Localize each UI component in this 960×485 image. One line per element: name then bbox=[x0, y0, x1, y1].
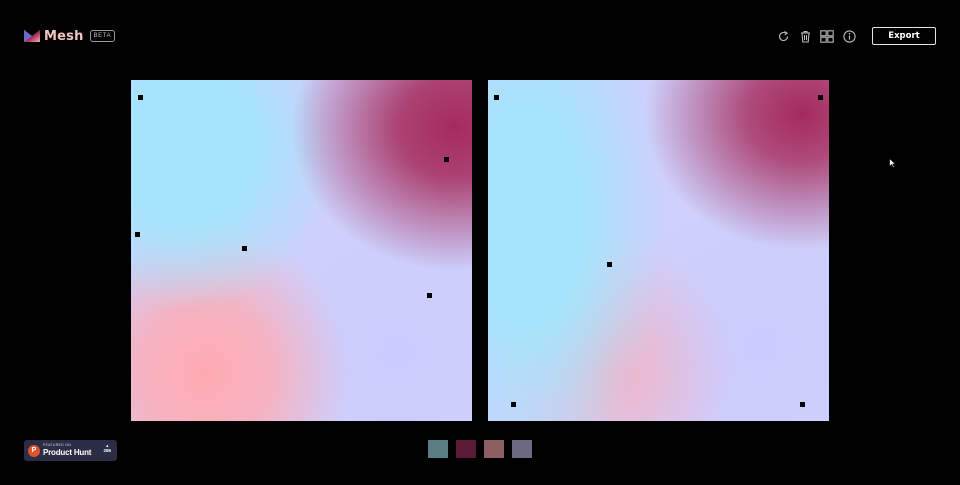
app-name: Mesh bbox=[44, 28, 84, 44]
control-point[interactable] bbox=[607, 262, 612, 267]
grid-icon bbox=[820, 29, 834, 43]
gradient-preview bbox=[131, 80, 472, 421]
layout-button[interactable] bbox=[819, 28, 835, 44]
info-icon bbox=[842, 29, 856, 43]
brand: Mesh BETA bbox=[24, 27, 116, 45]
color-swatch[interactable] bbox=[484, 440, 504, 458]
control-point[interactable] bbox=[135, 232, 140, 237]
mesh-canvas-left[interactable] bbox=[131, 80, 472, 421]
color-swatch[interactable] bbox=[456, 440, 476, 458]
color-swatch[interactable] bbox=[428, 440, 448, 458]
trash-icon bbox=[800, 30, 810, 43]
control-point[interactable] bbox=[427, 293, 432, 298]
control-point[interactable] bbox=[818, 95, 823, 100]
control-point[interactable] bbox=[494, 95, 499, 100]
control-point[interactable] bbox=[444, 157, 449, 162]
mesh-canvas-right[interactable] bbox=[488, 80, 829, 421]
control-point[interactable] bbox=[242, 246, 247, 251]
beta-badge: BETA bbox=[89, 30, 116, 42]
refresh-button[interactable] bbox=[775, 28, 791, 44]
vote-count: ▲ 286 bbox=[103, 444, 111, 454]
toolbar bbox=[775, 28, 857, 44]
control-point[interactable] bbox=[138, 95, 143, 100]
export-button[interactable]: Export bbox=[872, 27, 936, 45]
gradient-preview bbox=[488, 80, 829, 421]
refresh-icon bbox=[778, 30, 788, 41]
vote-number: 286 bbox=[103, 448, 111, 453]
control-point[interactable] bbox=[511, 402, 516, 407]
product-hunt-name: Product Hunt bbox=[43, 447, 92, 457]
mesh-logo-icon bbox=[24, 30, 40, 42]
product-hunt-badge[interactable]: P FEATURED ON Product Hunt ▲ 286 bbox=[24, 440, 117, 461]
color-swatch[interactable] bbox=[512, 440, 532, 458]
info-button[interactable] bbox=[841, 28, 857, 44]
mouse-cursor-icon bbox=[889, 158, 897, 169]
product-hunt-icon: P bbox=[28, 444, 40, 457]
control-point[interactable] bbox=[800, 402, 805, 407]
delete-button[interactable] bbox=[797, 28, 813, 44]
